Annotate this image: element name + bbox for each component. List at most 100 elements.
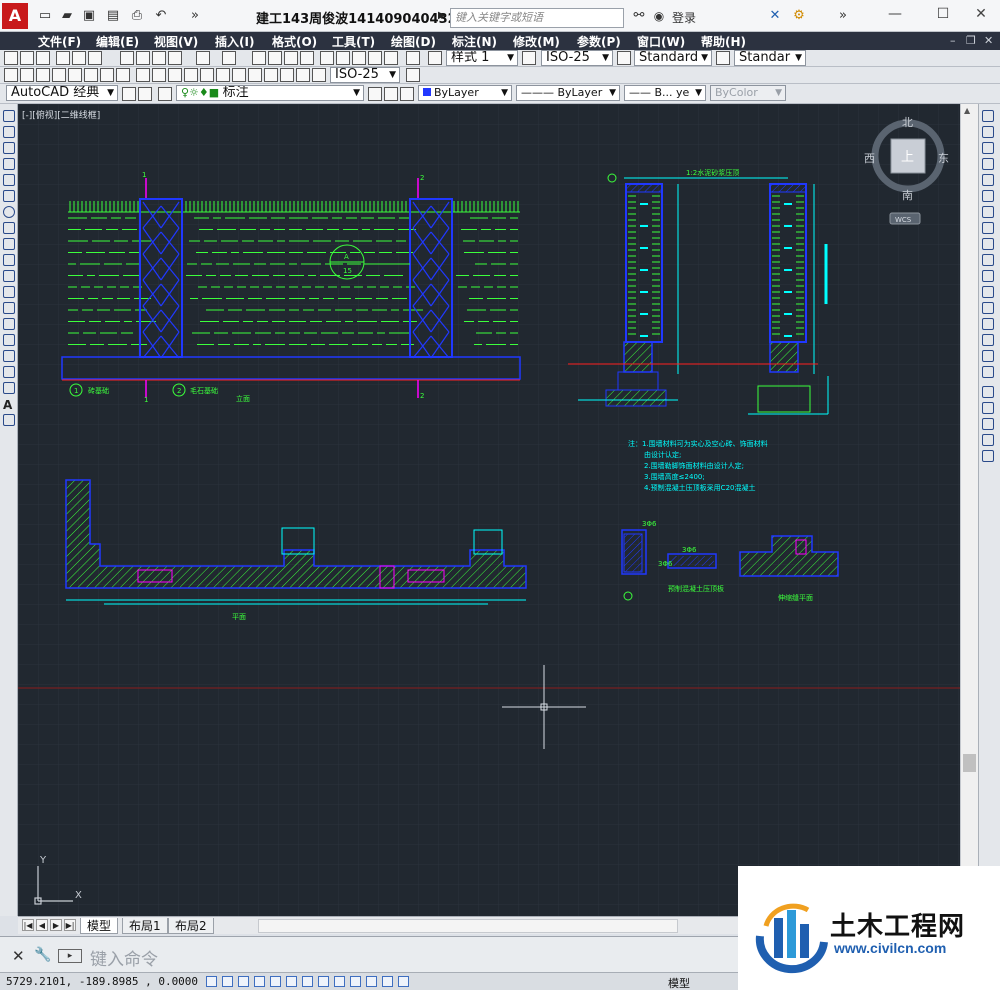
cut-icon[interactable] [120,51,134,65]
dim-break-icon[interactable] [200,68,214,82]
help-icon[interactable] [406,51,420,65]
menu-window[interactable]: 窗口(W) [637,33,685,50]
move-icon[interactable] [982,190,994,202]
quick-props-toggle[interactable] [382,976,393,987]
sheet-set-icon[interactable] [368,51,382,65]
dim-edit-icon[interactable] [280,68,294,82]
menu-draw[interactable]: 绘图(D) [391,33,436,50]
dim-style-select-2[interactable]: ISO-25 ▼ [330,67,400,83]
baseline-dim-icon[interactable] [152,68,166,82]
color-select[interactable]: ByLayer ▼ [418,85,512,101]
lineweight-toggle[interactable] [350,976,361,987]
minimize-button[interactable]: — [880,6,910,22]
exchange-icon[interactable]: ✕ [766,7,784,25]
transparency-toggle[interactable] [366,976,377,987]
command-input[interactable]: 键入命令 [90,945,158,970]
redo-tool-icon[interactable] [222,51,236,65]
matchprop-icon[interactable] [168,51,182,65]
viewcube-east[interactable]: 东 [938,152,949,165]
design-center-icon[interactable] [336,51,350,65]
break-icon[interactable] [982,302,994,314]
text-style-select[interactable]: 样式 1 ▼ [446,50,518,66]
menu-edit[interactable]: 编辑(E) [96,33,139,50]
new-icon[interactable]: ▭ [36,7,54,25]
text-style-icon[interactable] [428,51,442,65]
mirror-icon[interactable] [982,142,994,154]
spline-icon[interactable] [3,238,15,250]
dyn-toggle[interactable] [334,976,345,987]
arc-icon[interactable] [3,190,15,202]
trim-icon[interactable] [982,254,994,266]
ellipse-arc-icon[interactable] [3,270,15,282]
offset-icon[interactable] [982,158,994,170]
undo-tool-icon[interactable] [196,51,210,65]
circle-icon[interactable] [3,206,15,218]
insert-block-icon[interactable] [3,286,15,298]
binoculars-icon[interactable]: ⚯ [630,7,648,25]
wcs-menu[interactable]: WCS [895,216,912,224]
last-tab-icon[interactable]: ▶| [64,919,76,931]
radius-dim-icon[interactable] [68,68,82,82]
tab-layout1[interactable]: 布局1 [122,918,168,934]
close-button[interactable]: ✕ [966,6,996,22]
multileader-style-select[interactable]: Standar ▼ [734,50,806,66]
tab-model[interactable]: 模型 [80,918,119,934]
a360-icon[interactable]: ⚙ [790,7,808,25]
grid-toggle[interactable] [238,976,249,987]
ordinate-dim-icon[interactable] [52,68,66,82]
erase-icon[interactable] [982,110,994,122]
search-expand-icon[interactable]: ▶ [438,10,446,21]
layer-match-icon[interactable] [400,87,414,101]
dim-update-icon[interactable] [312,68,326,82]
open-file-icon[interactable] [20,51,34,65]
application-menu-button[interactable]: A [2,3,28,29]
otrack-toggle[interactable] [302,976,313,987]
hatch-icon[interactable] [3,334,15,346]
dim-style-manager-icon[interactable] [406,68,420,82]
osnap-toggle[interactable] [286,976,297,987]
explode-icon[interactable] [982,366,994,378]
multiline-text-icon[interactable]: A [3,398,15,412]
menu-modify[interactable]: 修改(M) [513,33,560,50]
snap-endpoint-icon[interactable] [982,386,994,398]
point-icon[interactable] [3,318,15,330]
dim-style-icon[interactable] [522,51,536,65]
menu-file[interactable]: 文件(F) [38,33,81,50]
publish-icon[interactable] [88,51,102,65]
coordinates-readout[interactable]: 5729.2101, -189.8985 , 0.0000 [6,975,198,988]
save-as-icon[interactable]: ▤ [104,7,122,25]
chamfer-icon[interactable] [982,334,994,346]
horizontal-scrollbar[interactable] [258,919,678,933]
login-link[interactable]: 登录 [672,9,696,26]
tolerance-icon[interactable] [216,68,230,82]
gradient-icon[interactable] [3,350,15,362]
ellipse-icon[interactable] [3,254,15,266]
rotate-icon[interactable] [982,206,994,218]
properties-icon[interactable] [320,51,334,65]
viewcube-north[interactable]: 北 [902,116,913,129]
revision-cloud-icon[interactable] [3,222,15,234]
infer-constraints-toggle[interactable] [206,976,217,987]
make-current-layer-icon[interactable] [368,87,382,101]
preview-icon[interactable] [72,51,86,65]
scale-icon[interactable] [982,222,994,234]
tab-layout2[interactable]: 布局2 [168,918,214,934]
save-icon[interactable]: ▣ [80,7,98,25]
viewcube-west[interactable]: 西 [864,152,875,165]
menu-help[interactable]: 帮助(H) [701,33,746,50]
dim-text-edit-icon[interactable] [296,68,310,82]
jogged-linear-icon[interactable] [264,68,278,82]
dim-style-select[interactable]: ISO-25 ▼ [541,50,613,66]
copy-icon[interactable] [136,51,150,65]
angular-dim-icon[interactable] [116,68,130,82]
doc-minimize-button[interactable]: – [950,34,956,47]
multileader-style-icon[interactable] [716,51,730,65]
layer-properties-icon[interactable] [138,87,152,101]
linear-dim-icon[interactable] [4,68,18,82]
pan-icon[interactable] [252,51,266,65]
ducs-toggle[interactable] [318,976,329,987]
menu-format[interactable]: 格式(O) [272,33,317,50]
table-icon[interactable] [3,382,15,394]
save-file-icon[interactable] [36,51,50,65]
drawing-canvas[interactable]: 1 2 1 2 A 15 1 砖基础 2 毛石基础 立面 1:2水泥砂浆压顶 注… [18,104,960,916]
